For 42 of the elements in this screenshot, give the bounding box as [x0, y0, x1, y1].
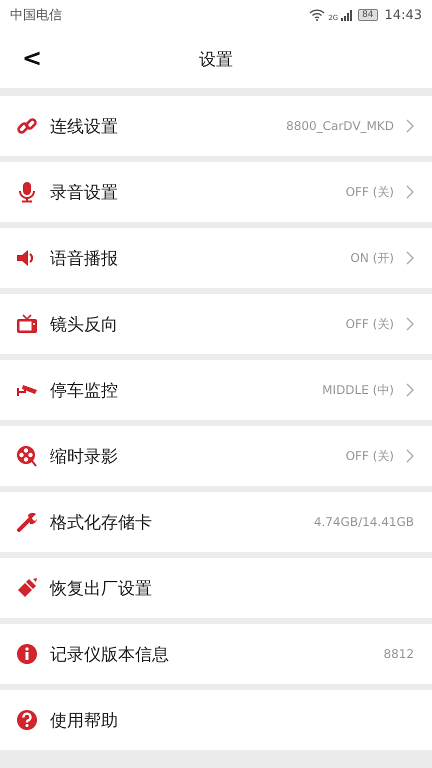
row-label: 语音播报: [50, 248, 119, 270]
row-label: 缩时录影: [50, 446, 119, 468]
film-reel-icon: [16, 445, 38, 467]
page-title: 设置: [199, 48, 233, 70]
row-label: 连线设置: [50, 116, 119, 138]
row-label: 记录仪版本信息: [50, 644, 170, 666]
settings-row[interactable]: 语音播报 ON (开): [0, 228, 432, 288]
carrier-name: 中国电信: [10, 7, 62, 24]
wifi-icon: [309, 9, 326, 21]
row-label: 格式化存储卡: [50, 512, 153, 534]
clock: 14:43: [384, 8, 422, 22]
back-button[interactable]: <: [14, 40, 50, 76]
row-label: 恢复出厂设置: [50, 578, 153, 600]
settings-row[interactable]: 停车监控 MIDDLE (中): [0, 360, 432, 420]
settings-row[interactable]: 格式化存储卡 4.74GB/14.41GB: [0, 492, 432, 552]
row-label: 镜头反向: [50, 314, 119, 336]
brush-icon: [16, 577, 38, 599]
settings-row[interactable]: 镜头反向 OFF (关): [0, 294, 432, 354]
row-value: 8800_CarDV_MKD: [286, 119, 394, 133]
settings-row[interactable]: 缩时录影 OFF (关): [0, 426, 432, 486]
settings-row[interactable]: 录音设置 OFF (关): [0, 162, 432, 222]
row-value: OFF (关): [346, 316, 394, 332]
row-value: ON (开): [350, 250, 394, 266]
wrench-icon: [16, 511, 38, 533]
row-value: 8812: [383, 647, 414, 661]
signal-icon: [341, 10, 354, 20]
row-value: 4.74GB/14.41GB: [314, 515, 414, 529]
row-value: OFF (关): [346, 448, 394, 464]
settings-row[interactable]: 恢复出厂设置: [0, 558, 432, 618]
row-label: 录音设置: [50, 182, 119, 204]
microphone-icon: [16, 181, 38, 203]
tv-icon: [16, 313, 38, 335]
settings-row[interactable]: 连线设置 8800_CarDV_MKD: [0, 96, 432, 156]
battery-level: 84: [358, 9, 378, 21]
settings-row[interactable]: 使用帮助: [0, 690, 432, 750]
settings-row[interactable]: 记录仪版本信息 8812: [0, 624, 432, 684]
row-label: 停车监控: [50, 380, 119, 402]
help-icon: [16, 709, 38, 731]
row-value: OFF (关): [346, 184, 394, 200]
info-icon: [16, 643, 38, 665]
row-value: MIDDLE (中): [322, 382, 394, 398]
row-label: 使用帮助: [50, 710, 119, 732]
